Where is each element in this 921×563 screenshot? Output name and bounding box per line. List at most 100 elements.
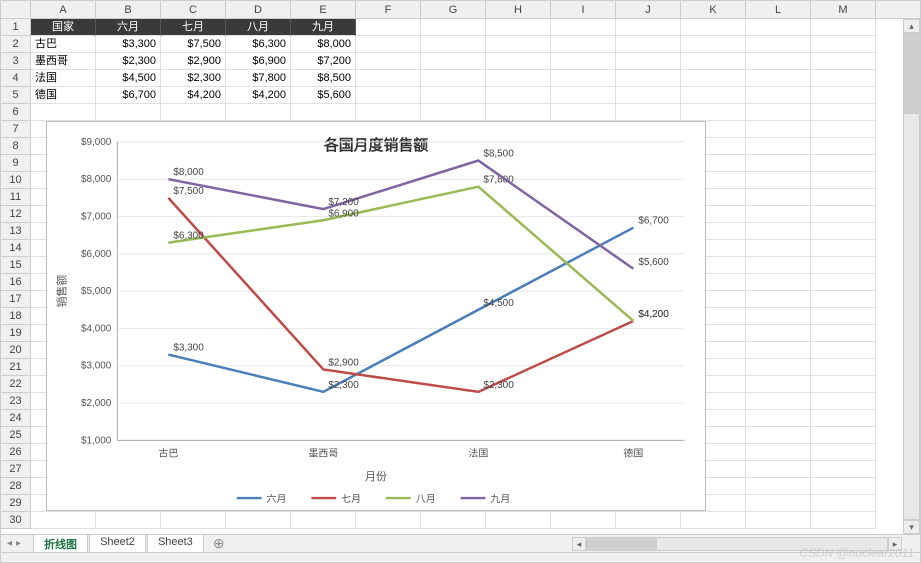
cell[interactable] — [551, 104, 616, 121]
cell[interactable] — [811, 410, 876, 427]
cell[interactable]: $4,500 — [96, 70, 161, 87]
sheet-nav-next-icon[interactable]: ▸ — [16, 538, 21, 549]
row-header[interactable]: 22 — [1, 376, 31, 393]
select-all-corner[interactable] — [1, 1, 31, 18]
cell[interactable] — [616, 36, 681, 53]
row-header[interactable]: 13 — [1, 223, 31, 240]
cell[interactable] — [746, 138, 811, 155]
cell[interactable] — [746, 36, 811, 53]
sheet-tab[interactable]: Sheet3 — [147, 534, 204, 554]
cell[interactable] — [421, 512, 486, 529]
cell[interactable]: 法国 — [31, 70, 96, 87]
row-header[interactable]: 7 — [1, 121, 31, 138]
cell[interactable]: $7,200 — [291, 53, 356, 70]
row-header[interactable]: 14 — [1, 240, 31, 257]
cell[interactable] — [356, 53, 421, 70]
cell[interactable] — [811, 478, 876, 495]
cell[interactable] — [226, 104, 291, 121]
cell[interactable] — [811, 87, 876, 104]
cell[interactable] — [551, 70, 616, 87]
cell[interactable] — [356, 36, 421, 53]
cell[interactable] — [811, 393, 876, 410]
cell[interactable] — [486, 70, 551, 87]
col-header-C[interactable]: C — [161, 1, 226, 18]
cell[interactable] — [356, 70, 421, 87]
cell[interactable] — [811, 121, 876, 138]
row-header[interactable]: 2 — [1, 36, 31, 53]
cell[interactable] — [746, 70, 811, 87]
sheet-nav-prev-icon[interactable]: ◂ — [7, 538, 12, 549]
cell[interactable] — [551, 36, 616, 53]
cell[interactable] — [811, 274, 876, 291]
row-header[interactable]: 1 — [1, 19, 31, 36]
col-header-J[interactable]: J — [616, 1, 681, 18]
cell[interactable] — [486, 512, 551, 529]
cell[interactable] — [356, 104, 421, 121]
cell[interactable] — [811, 427, 876, 444]
cell[interactable] — [96, 104, 161, 121]
cell[interactable] — [811, 53, 876, 70]
row-header[interactable]: 24 — [1, 410, 31, 427]
sheet-tab[interactable]: Sheet2 — [89, 534, 146, 554]
cell[interactable] — [551, 19, 616, 36]
row-header[interactable]: 8 — [1, 138, 31, 155]
cell[interactable] — [616, 87, 681, 104]
col-header-M[interactable]: M — [811, 1, 876, 18]
cell[interactable] — [421, 36, 486, 53]
col-header-I[interactable]: I — [551, 1, 616, 18]
cell[interactable] — [811, 155, 876, 172]
cell[interactable] — [811, 308, 876, 325]
cell[interactable] — [616, 104, 681, 121]
cell[interactable] — [356, 19, 421, 36]
row-header[interactable]: 10 — [1, 172, 31, 189]
cell[interactable] — [811, 138, 876, 155]
row-header[interactable]: 11 — [1, 189, 31, 206]
cell[interactable] — [746, 478, 811, 495]
cell[interactable] — [486, 19, 551, 36]
row-header[interactable]: 23 — [1, 393, 31, 410]
row-header[interactable]: 29 — [1, 495, 31, 512]
cell[interactable] — [681, 36, 746, 53]
cell[interactable]: $4,200 — [161, 87, 226, 104]
row-header[interactable]: 19 — [1, 325, 31, 342]
sheet-tab[interactable]: 折线图 — [33, 534, 88, 554]
cell[interactable] — [746, 206, 811, 223]
cell[interactable]: $7,800 — [226, 70, 291, 87]
cell[interactable] — [811, 495, 876, 512]
cell[interactable]: $6,300 — [226, 36, 291, 53]
cell[interactable] — [551, 53, 616, 70]
row-header[interactable]: 18 — [1, 308, 31, 325]
cell[interactable] — [746, 359, 811, 376]
row-header[interactable]: 6 — [1, 104, 31, 121]
cell[interactable]: $4,200 — [226, 87, 291, 104]
cell[interactable] — [811, 206, 876, 223]
cell[interactable]: 墨西哥 — [31, 53, 96, 70]
cell[interactable]: 德国 — [31, 87, 96, 104]
row-header[interactable]: 12 — [1, 206, 31, 223]
cell[interactable]: $8,500 — [291, 70, 356, 87]
cell[interactable]: $7,500 — [161, 36, 226, 53]
cell[interactable] — [746, 393, 811, 410]
vertical-scrollbar[interactable]: ▴ ▾ — [903, 19, 920, 534]
cell[interactable] — [811, 257, 876, 274]
row-header[interactable]: 26 — [1, 444, 31, 461]
col-header-D[interactable]: D — [226, 1, 291, 18]
cell[interactable] — [486, 87, 551, 104]
row-header[interactable]: 3 — [1, 53, 31, 70]
cell[interactable] — [746, 342, 811, 359]
scroll-left-button[interactable]: ◂ — [572, 537, 586, 551]
row-header[interactable]: 30 — [1, 512, 31, 529]
cell[interactable] — [746, 240, 811, 257]
cell[interactable] — [161, 512, 226, 529]
scroll-up-button[interactable]: ▴ — [903, 19, 920, 33]
cell[interactable] — [746, 104, 811, 121]
row-header[interactable]: 15 — [1, 257, 31, 274]
cell[interactable] — [746, 444, 811, 461]
cell[interactable] — [681, 104, 746, 121]
cell[interactable]: $2,900 — [161, 53, 226, 70]
cell[interactable] — [811, 461, 876, 478]
col-header-E[interactable]: E — [291, 1, 356, 18]
cell[interactable] — [811, 19, 876, 36]
line-chart[interactable]: 各国月度销售额$1,000$2,000$3,000$4,000$5,000$6,… — [46, 121, 706, 511]
add-sheet-button[interactable]: ⊕ — [213, 535, 225, 552]
